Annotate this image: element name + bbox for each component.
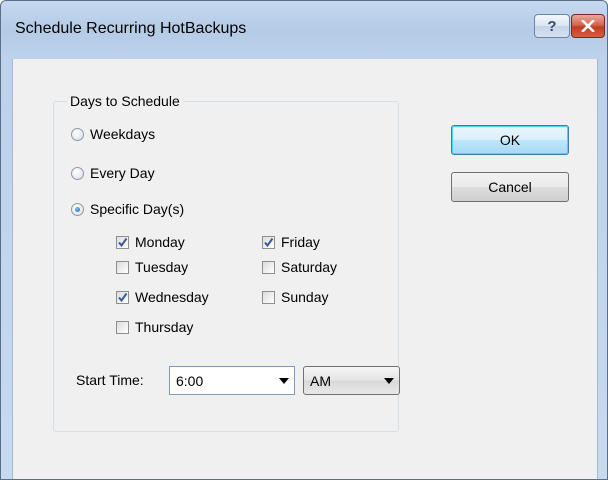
checkbox-monday-label: Monday	[135, 234, 185, 250]
radio-specific-days[interactable]: Specific Day(s)	[71, 199, 184, 219]
checkbox-tuesday-label: Tuesday	[135, 259, 189, 275]
checkbox-saturday[interactable]: Saturday	[262, 257, 337, 277]
dialog-title: Schedule Recurring HotBackups	[15, 20, 247, 37]
checkbox-friday-label: Friday	[281, 234, 320, 250]
title-bar[interactable]: Schedule Recurring HotBackups ?	[1, 1, 607, 59]
start-time-value: 6:00	[176, 372, 204, 389]
group-legend: Days to Schedule	[67, 93, 183, 109]
radio-weekdays-label: Weekdays	[90, 126, 156, 142]
checkmark-icon	[118, 292, 128, 302]
checkbox-saturday-label: Saturday	[281, 259, 338, 275]
dialog-window: Schedule Recurring HotBackups ? Days to …	[0, 0, 608, 480]
dialog-client-area: Days to Schedule Weekdays Every Day Spec…	[12, 59, 598, 479]
checkbox-sunday-label: Sunday	[281, 289, 329, 305]
radio-every-day[interactable]: Every Day	[71, 163, 155, 183]
chevron-down-icon[interactable]	[274, 367, 294, 394]
checkbox-friday[interactable]: Friday	[262, 232, 320, 252]
checkbox-thursday[interactable]: Thursday	[116, 317, 193, 337]
cancel-button[interactable]: Cancel	[451, 172, 569, 202]
checkbox-wednesday-label: Wednesday	[135, 289, 209, 305]
checkbox-friday-box[interactable]	[262, 235, 275, 249]
radio-specific-days-circle[interactable]	[71, 202, 84, 216]
radio-weekdays-circle[interactable]	[71, 127, 84, 141]
checkbox-wednesday-box[interactable]	[116, 290, 129, 304]
checkbox-monday-box[interactable]	[116, 235, 129, 249]
checkbox-thursday-box[interactable]	[116, 320, 129, 334]
ampm-value: AM	[310, 372, 331, 389]
checkmark-icon	[264, 237, 274, 247]
radio-every-day-circle[interactable]	[71, 166, 84, 180]
close-button[interactable]	[571, 14, 605, 38]
radio-specific-days-label: Specific Day(s)	[90, 201, 185, 217]
ok-button[interactable]: OK	[451, 125, 569, 155]
radio-weekdays[interactable]: Weekdays	[71, 124, 155, 144]
radio-every-day-label: Every Day	[90, 165, 155, 181]
checkbox-sunday[interactable]: Sunday	[262, 287, 328, 307]
ampm-select[interactable]: AM	[303, 366, 400, 395]
checkbox-tuesday[interactable]: Tuesday	[116, 257, 188, 277]
checkbox-saturday-box[interactable]	[262, 260, 275, 274]
checkbox-thursday-label: Thursday	[135, 319, 194, 335]
checkbox-monday[interactable]: Monday	[116, 232, 185, 252]
checkbox-wednesday[interactable]: Wednesday	[116, 287, 209, 307]
close-icon	[581, 20, 595, 32]
start-time-select[interactable]: 6:00	[169, 366, 295, 395]
help-icon: ?	[547, 17, 557, 35]
start-time-label: Start Time:	[76, 372, 144, 388]
help-button[interactable]: ?	[534, 14, 570, 38]
checkbox-sunday-box[interactable]	[262, 290, 275, 304]
chevron-down-icon[interactable]	[379, 367, 399, 394]
checkmark-icon	[118, 237, 128, 247]
checkbox-tuesday-box[interactable]	[116, 260, 129, 274]
